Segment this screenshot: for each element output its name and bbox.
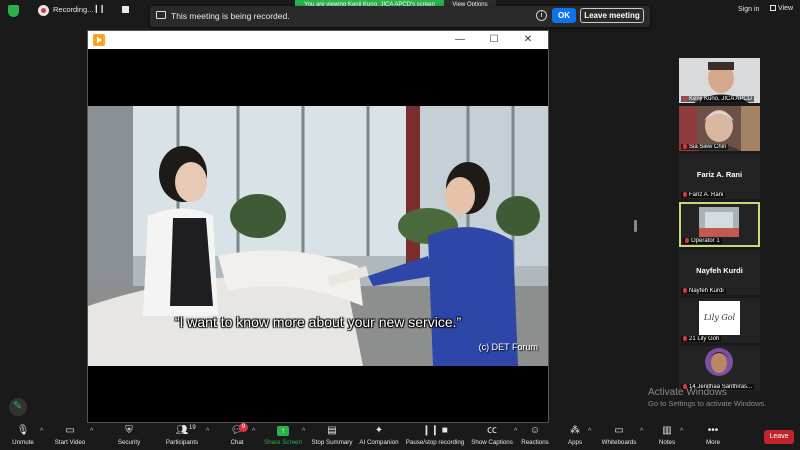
activate-windows-watermark: Activate Windows Go to Settings to activ… (648, 387, 766, 408)
recording-label: Recording... (53, 5, 94, 14)
close-icon[interactable]: ✕ (521, 33, 535, 47)
minimize-icon[interactable]: — (453, 33, 467, 47)
participants-caret-icon[interactable]: ^ (206, 428, 209, 435)
unmute-button[interactable]: 🎙︎ Unmute (8, 425, 38, 446)
chat-button[interactable]: 💬︎ 9 Chat (226, 423, 248, 446)
share-caret-icon[interactable]: ^ (302, 428, 305, 435)
video-credit: (c) DET Forum (478, 342, 538, 352)
participant-name-label: Kenji Kuno, JICA APCD (681, 96, 755, 102)
participant-tile[interactable]: Nayfeh Kurdi Nayfeh Kurdi (679, 250, 760, 295)
activate-windows-title: Activate Windows (648, 387, 727, 398)
ai-companion-button[interactable]: ✦ AI Companion (358, 425, 400, 446)
participant-name-label: Operator 1 (683, 238, 722, 244)
notes-caret-icon[interactable]: ^ (680, 428, 683, 435)
participant-tile-active[interactable]: Operator 1 (679, 202, 760, 247)
ok-button[interactable]: OK (552, 8, 576, 23)
share-screen-icon: ↑ (277, 426, 289, 436)
reaction-smiley-icon: ☺ (529, 425, 541, 436)
more-button[interactable]: ••• More (702, 425, 724, 446)
notes-button[interactable]: ▥ Notes (656, 425, 678, 446)
muted-mic-icon (683, 144, 687, 149)
share-screen-button[interactable]: ↑ Share Screen (262, 425, 304, 446)
participant-logo: Lily Gol (699, 301, 740, 335)
shield-icon: ⛨ (125, 425, 133, 436)
pause-recording-icon[interactable]: ❙❙ (93, 4, 105, 13)
info-icon[interactable]: i (536, 10, 547, 21)
media-player-icon (93, 34, 105, 46)
muted-mic-icon (683, 288, 687, 293)
shared-screen-window: — ☐ ✕ “I want to know more about your ne… (87, 30, 549, 423)
chat-unread-badge: 9 (239, 423, 248, 432)
participant-tile[interactable]: 14 Jenithaa Santhiras... (679, 346, 760, 391)
recording-notice: This meeting is being recorded. i OK Lea… (150, 6, 650, 27)
show-captions-button[interactable]: ㏄ Show Captions (470, 425, 514, 446)
video-subtitle: “I want to know more about your new serv… (174, 314, 462, 330)
apps-caret-icon[interactable]: ^ (588, 428, 591, 435)
more-dots-icon: ••• (707, 425, 719, 436)
muted-mic-icon (683, 96, 687, 101)
ai-sparkle-icon: ✦ (374, 425, 384, 436)
whiteboards-button[interactable]: ▭ Whiteboards (600, 425, 638, 446)
participant-display-name: Fariz A. Rani (696, 170, 743, 179)
security-button[interactable]: ⛨ Security (114, 425, 144, 446)
sign-in-link[interactable]: Sign in (738, 6, 759, 13)
video-area: “I want to know more about your new serv… (88, 49, 548, 422)
participant-name-label: Sia Siew Chin (681, 144, 729, 150)
participant-name-label: Nayfeh Kurdi (681, 288, 726, 294)
captions-cc-icon: ㏄ (487, 425, 497, 436)
participant-tile[interactable]: Sia Siew Chin (679, 106, 760, 151)
whiteboards-caret-icon[interactable]: ^ (640, 428, 643, 435)
participant-tile[interactable]: Lily Gol 21 Lily Goh (679, 298, 760, 343)
participant-tile[interactable]: Kenji Kuno, JICA APCD (679, 58, 760, 103)
audio-options-caret-icon[interactable]: ^ (40, 428, 43, 435)
activate-windows-subtitle: Go to Settings to activate Windows. (648, 399, 767, 408)
recording-screen-icon (156, 11, 166, 19)
muted-mic-icon (683, 192, 687, 197)
muted-microphone-icon: 🎙︎ (16, 425, 30, 436)
muted-mic-icon (685, 238, 689, 243)
captions-caret-icon[interactable]: ^ (514, 428, 517, 435)
shield-icon[interactable] (8, 5, 19, 17)
stop-summary-button[interactable]: ▤ Stop Summary (310, 425, 354, 446)
grid-icon (770, 5, 776, 11)
participant-name-label: 21 Lily Goh (681, 336, 722, 342)
participant-name-label: Fariz A. Rani (681, 192, 726, 198)
pause-stop-icon: ❙❙ ■ (422, 425, 448, 436)
participant-tile[interactable]: Fariz A. Rani Fariz A. Rani (679, 154, 760, 199)
stop-recording-icon[interactable] (122, 6, 129, 13)
video-frame[interactable]: “I want to know more about your new serv… (88, 106, 548, 366)
view-label: View (778, 5, 794, 12)
participants-count: 19 (189, 425, 196, 431)
recording-notice-text: This meeting is being recorded. (171, 11, 290, 21)
zoom-meeting-window: Recording... ❙❙ You are viewing Kenji Ku… (0, 0, 800, 450)
meeting-toolbar: 🎙︎ Unmute ^ ▭ Start Video ^ ⛨ Security 👥… (0, 423, 800, 450)
apps-icon: ⁂ (570, 425, 580, 436)
participants-button[interactable]: 👥︎ 19 Participants (162, 425, 202, 446)
participant-display-name: Nayfeh Kurdi (696, 266, 743, 275)
whiteboard-icon: ▭ (614, 425, 624, 436)
pause-stop-recording-button[interactable]: ❙❙ ■ Pause/stop recording (404, 425, 466, 446)
notes-icon: ▥ (662, 425, 672, 436)
muted-mic-icon (683, 336, 687, 341)
logo-text: Lily Gol (703, 313, 736, 322)
panel-resize-handle[interactable] (634, 220, 637, 232)
reactions-button[interactable]: ☺ Reactions (520, 425, 550, 446)
participants-icon: 👥︎ (175, 425, 189, 436)
view-button[interactable]: View (770, 5, 793, 12)
leave-meeting-button[interactable]: Leave meeting (580, 8, 644, 23)
video-options-caret-icon[interactable]: ^ (90, 428, 93, 435)
recording-icon (38, 5, 49, 16)
annotate-pencil-icon[interactable] (9, 398, 27, 416)
leave-button[interactable]: Leave (764, 430, 794, 444)
summary-doc-icon: ▤ (327, 425, 337, 436)
chat-caret-icon[interactable]: ^ (252, 428, 255, 435)
apps-button[interactable]: ⁂ Apps (564, 425, 586, 446)
maximize-icon[interactable]: ☐ (487, 33, 501, 47)
window-titlebar: — ☐ ✕ (88, 31, 548, 49)
video-camera-off-icon: ▭ (65, 425, 75, 436)
start-video-button[interactable]: ▭ Start Video (52, 425, 88, 446)
